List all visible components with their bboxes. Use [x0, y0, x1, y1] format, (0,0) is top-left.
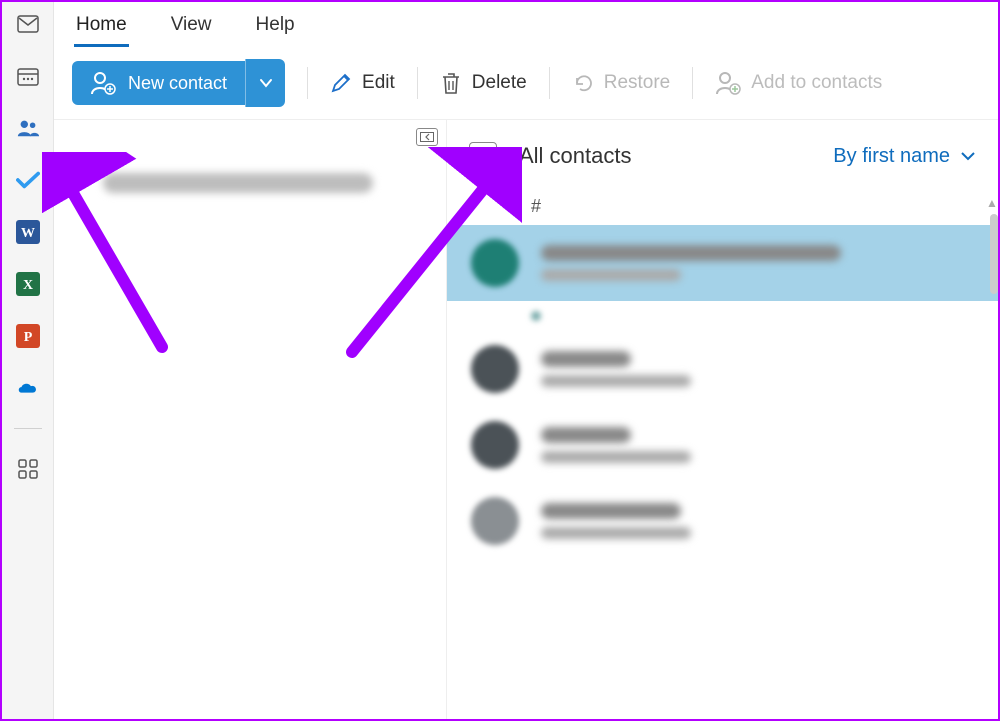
- trash-icon: [440, 71, 462, 95]
- contact-info: [541, 245, 841, 281]
- new-contact-dropdown[interactable]: [245, 59, 285, 107]
- group-header-hash: #: [447, 188, 998, 225]
- avatar: [471, 421, 519, 469]
- ribbon-tabs: Home View Help: [54, 2, 998, 47]
- mail-icon[interactable]: [16, 12, 40, 36]
- avatar: [471, 345, 519, 393]
- new-contact-label: New contact: [128, 73, 227, 94]
- tab-home[interactable]: Home: [74, 8, 129, 47]
- delete-label: Delete: [472, 72, 527, 94]
- contact-sub: [541, 375, 691, 387]
- contact-name: [541, 351, 631, 367]
- powerpoint-icon[interactable]: P: [16, 324, 40, 348]
- todo-icon[interactable]: [16, 168, 40, 192]
- sort-dropdown[interactable]: By first name: [833, 145, 976, 168]
- edit-label: Edit: [362, 72, 395, 94]
- pencil-icon: [330, 72, 352, 94]
- edit-button[interactable]: Edit: [330, 72, 395, 94]
- restore-button: Restore: [572, 72, 671, 94]
- chevron-down-icon: [259, 78, 273, 88]
- word-icon[interactable]: W: [16, 220, 40, 244]
- contacts-list: ▲ #: [447, 188, 998, 719]
- tab-help[interactable]: Help: [254, 8, 297, 47]
- toolbar: New contact Edit Delete Restore: [54, 47, 998, 120]
- contact-name: [541, 503, 681, 519]
- list-title: All contacts: [519, 143, 811, 169]
- new-contact-button[interactable]: New contact: [72, 61, 245, 105]
- add-contact-icon: [715, 71, 741, 95]
- contact-row[interactable]: [447, 407, 998, 483]
- restore-icon: [572, 72, 594, 94]
- folder-pane: ❯: [54, 120, 446, 719]
- contact-name: [541, 245, 841, 261]
- add-to-contacts-label: Add to contacts: [751, 72, 882, 94]
- account-email-label: [103, 173, 373, 193]
- restore-label: Restore: [604, 72, 671, 94]
- rail-divider: [14, 428, 42, 429]
- avatar: [471, 497, 519, 545]
- contact-sub: [541, 527, 691, 539]
- contact-info: [541, 503, 691, 539]
- people-icon[interactable]: [16, 116, 40, 140]
- contact-sub: [541, 269, 681, 281]
- contact-name: [541, 427, 631, 443]
- contact-row[interactable]: [447, 331, 998, 407]
- sort-label: By first name: [833, 145, 950, 168]
- tab-view[interactable]: View: [169, 8, 214, 47]
- svg-text:W: W: [21, 226, 35, 241]
- new-contact-icon: [90, 71, 116, 95]
- contact-row[interactable]: [447, 483, 998, 559]
- excel-icon[interactable]: X: [16, 272, 40, 296]
- contacts-list-pane: All contacts By first name ▲ #: [446, 120, 998, 719]
- calendar-icon[interactable]: [16, 64, 40, 88]
- app-rail: W X P: [2, 2, 54, 719]
- avatar: [471, 239, 519, 287]
- contact-row[interactable]: [447, 225, 998, 301]
- contact-info: [541, 351, 691, 387]
- collapse-pane-button[interactable]: [416, 128, 438, 146]
- scroll-up-icon[interactable]: ▲: [986, 196, 996, 210]
- contact-info: [541, 427, 691, 463]
- chevron-down-icon: [960, 151, 976, 161]
- add-to-contacts-button: Add to contacts: [715, 71, 882, 95]
- group-letter-indicator: [531, 311, 541, 321]
- chevron-right-icon: ❯: [72, 172, 87, 193]
- contact-sub: [541, 451, 691, 463]
- more-apps-icon[interactable]: [16, 457, 40, 481]
- delete-button[interactable]: Delete: [440, 71, 527, 95]
- account-folder-row[interactable]: ❯: [64, 172, 436, 193]
- svg-text:X: X: [22, 278, 32, 293]
- svg-text:P: P: [23, 330, 32, 345]
- select-all-checkbox[interactable]: [469, 142, 497, 170]
- onedrive-icon[interactable]: [16, 376, 40, 400]
- scrollbar-thumb[interactable]: [990, 214, 998, 294]
